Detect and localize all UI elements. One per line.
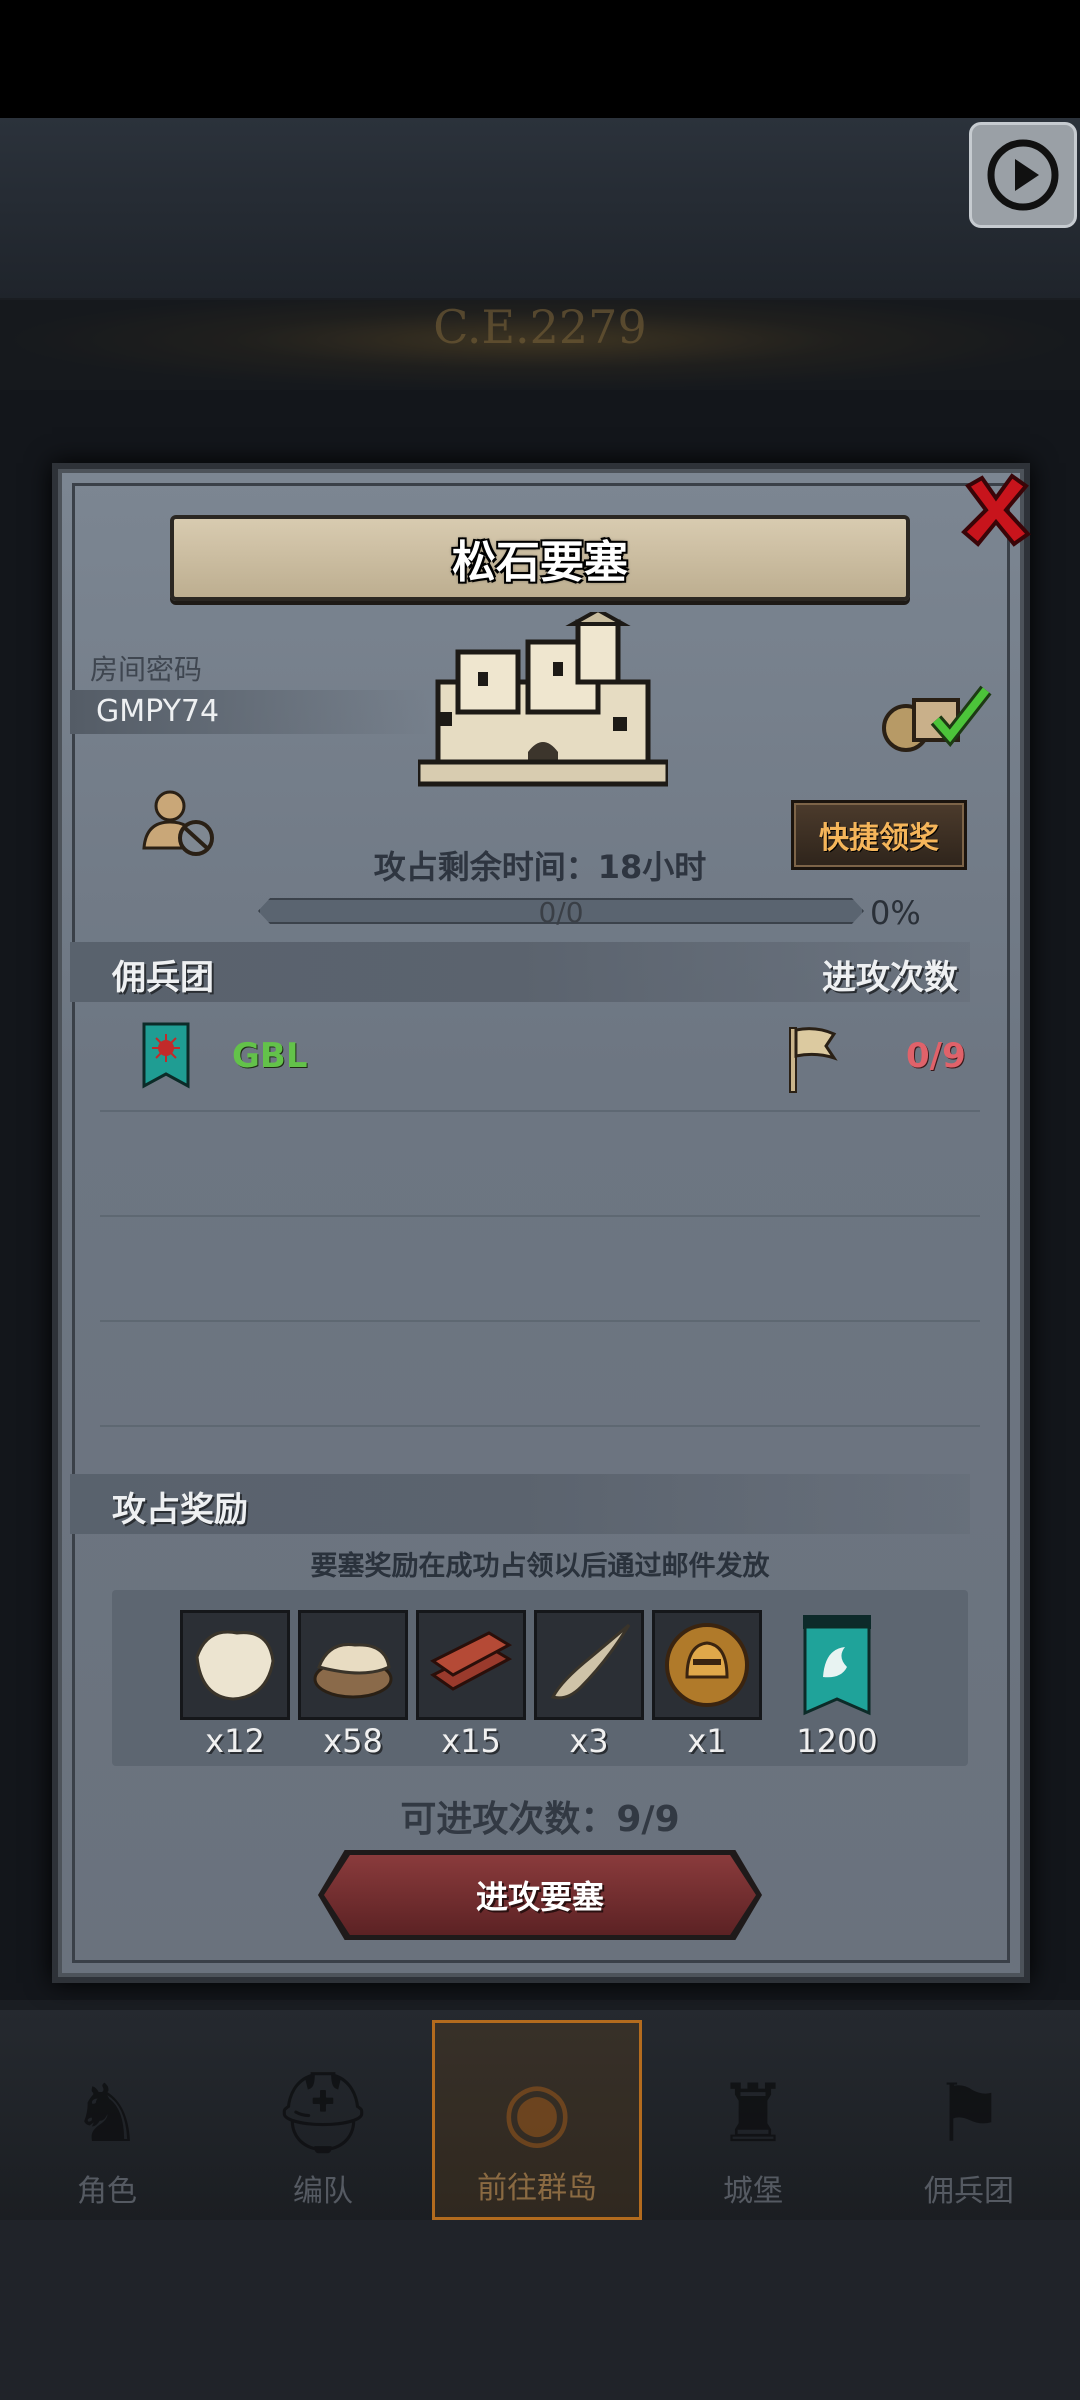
reward-qty: x1 (687, 1722, 727, 1760)
progress-text: 0/0 (538, 896, 584, 929)
progress-percent: 0% (870, 894, 921, 932)
reward-note: 要塞奖励在成功占领以后通过邮件发放 (310, 1551, 770, 1582)
capture-timer: 攻占剩余时间：18小时 (373, 848, 707, 886)
reward-qty: x15 (441, 1722, 501, 1760)
dialog-title: 松石要塞 (452, 537, 628, 588)
attack-count-header: 进攻次数 (822, 958, 958, 998)
guild-name[interactable]: GBL (232, 1036, 308, 1076)
reward-qty: 1200 (796, 1722, 878, 1760)
hide-leather-icon (313, 1642, 393, 1699)
nav-label: 角色 (77, 2174, 137, 2209)
nav-character[interactable]: ♞ 角色 (2, 2020, 212, 2220)
play-button[interactable] (969, 122, 1077, 228)
mercenary-header: 佣兵团 (112, 958, 214, 998)
row-divider (100, 1320, 980, 1322)
reward-qty: x3 (569, 1722, 609, 1760)
horn-icon (550, 1623, 631, 1700)
attack-fortress-button[interactable]: 进攻要塞 (324, 1855, 756, 1935)
reward-item-horn[interactable] (534, 1610, 644, 1720)
castle-icon (418, 612, 668, 787)
bag-check-icon[interactable] (876, 676, 996, 756)
nav-mercenary[interactable]: ⚑ 佣兵团 (864, 2020, 1074, 2220)
nav-castle[interactable]: ♜ 城堡 (648, 2020, 858, 2220)
wood-planks-icon (430, 1631, 513, 1691)
background-top (0, 118, 1080, 298)
guild-banner-icon (142, 1022, 190, 1089)
room-code: GMPY74 (96, 694, 220, 729)
reward-item-fur[interactable] (180, 1610, 290, 1720)
reward-header: 攻占奖励 (112, 1490, 248, 1530)
helmet-icon: ⛑ (272, 2066, 374, 2159)
nav-islands[interactable]: ◉ 前往群岛 (432, 2020, 642, 2220)
guild-attack-count: 0/9 (906, 1036, 966, 1076)
flag-icon (789, 1027, 838, 1093)
reward-item-wood[interactable] (416, 1610, 526, 1720)
bottom-background (0, 2220, 1080, 2400)
nav-label: 城堡 (723, 2174, 783, 2209)
status-bar (0, 0, 1080, 118)
nav-formation[interactable]: ⛑ 编队 (218, 2020, 428, 2220)
reward-item-coin[interactable] (652, 1610, 762, 1720)
room-password-label: 房间密码 (90, 653, 203, 686)
guild-banner-icon (803, 1615, 871, 1716)
reward-qty: x58 (323, 1722, 383, 1760)
knight-icon: ♞ (71, 2067, 143, 2160)
knight-coin-icon (665, 1623, 749, 1707)
fur-pelt-icon (195, 1630, 275, 1701)
close-button[interactable] (955, 470, 1037, 550)
attacks-remaining: 可进攻次数：9/9 (400, 1799, 680, 1840)
row-divider (100, 1425, 980, 1427)
attack-fortress-label: 进攻要塞 (475, 1878, 604, 1916)
row-divider (100, 1215, 980, 1217)
reward-item-hide[interactable] (298, 1610, 408, 1720)
nav-label: 编队 (293, 2174, 353, 2209)
row-divider (100, 1110, 980, 1112)
castle-icon: ♜ (717, 2067, 789, 2160)
reward-item-guild-points[interactable] (782, 1610, 892, 1720)
globe-icon: ◉ (502, 2064, 572, 2157)
play-icon (987, 139, 1059, 211)
reward-qty: x12 (205, 1722, 265, 1760)
nav-label: 佣兵团 (924, 2174, 1014, 2209)
close-icon (961, 473, 1032, 547)
nav-label: 前往群岛 (477, 2171, 597, 2206)
mercenary-icon: ⚑ (933, 2067, 1005, 2160)
title-banner: 松石要塞 (170, 515, 910, 601)
